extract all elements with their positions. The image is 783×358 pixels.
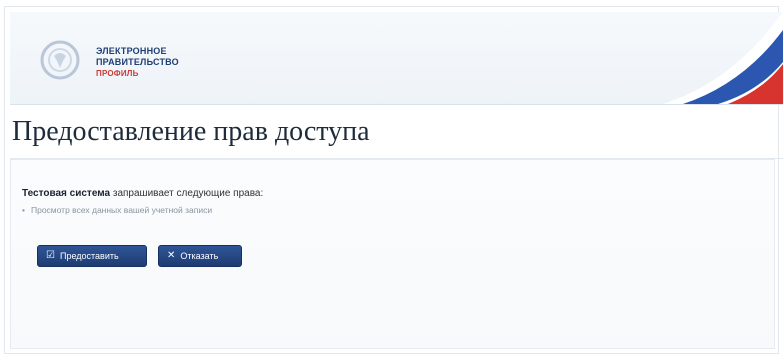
system-name: Тестовая система bbox=[22, 188, 111, 199]
brand-line-3: ПРОФИЛЬ bbox=[96, 69, 139, 78]
request-description: запрашивает следующие права: bbox=[110, 188, 264, 199]
request-text: Тестовая система запрашивает следующие п… bbox=[22, 188, 263, 199]
deny-button[interactable]: ✕ Отказать bbox=[158, 245, 242, 267]
check-icon: ☑ bbox=[46, 250, 55, 261]
deny-button-label: Отказать bbox=[180, 251, 219, 261]
grant-button-label: Предоставить bbox=[59, 251, 119, 261]
flag-swoosh-icon bbox=[663, 12, 783, 104]
brand-line-1: ЭЛЕКТРОННОЕ bbox=[96, 46, 167, 56]
list-item: Просмотр всех данных вашей учетной запис… bbox=[22, 205, 212, 215]
close-icon: ✕ bbox=[167, 250, 176, 261]
grant-button[interactable]: ☑ Предоставить bbox=[37, 245, 147, 267]
permission-list: Просмотр всех данных вашей учетной запис… bbox=[22, 205, 212, 215]
site-header: ЭЛЕКТРОННОЕ ПРАВИТЕЛЬСТВО ПРОФИЛЬ bbox=[10, 12, 783, 105]
page-title: Предоставление прав доступа bbox=[12, 116, 370, 147]
brand-line-2: ПРАВИТЕЛЬСТВО bbox=[96, 57, 179, 67]
emblem-icon bbox=[40, 40, 80, 80]
brand-name: ЭЛЕКТРОННОЕ ПРАВИТЕЛЬСТВО ПРОФИЛЬ bbox=[96, 46, 179, 79]
